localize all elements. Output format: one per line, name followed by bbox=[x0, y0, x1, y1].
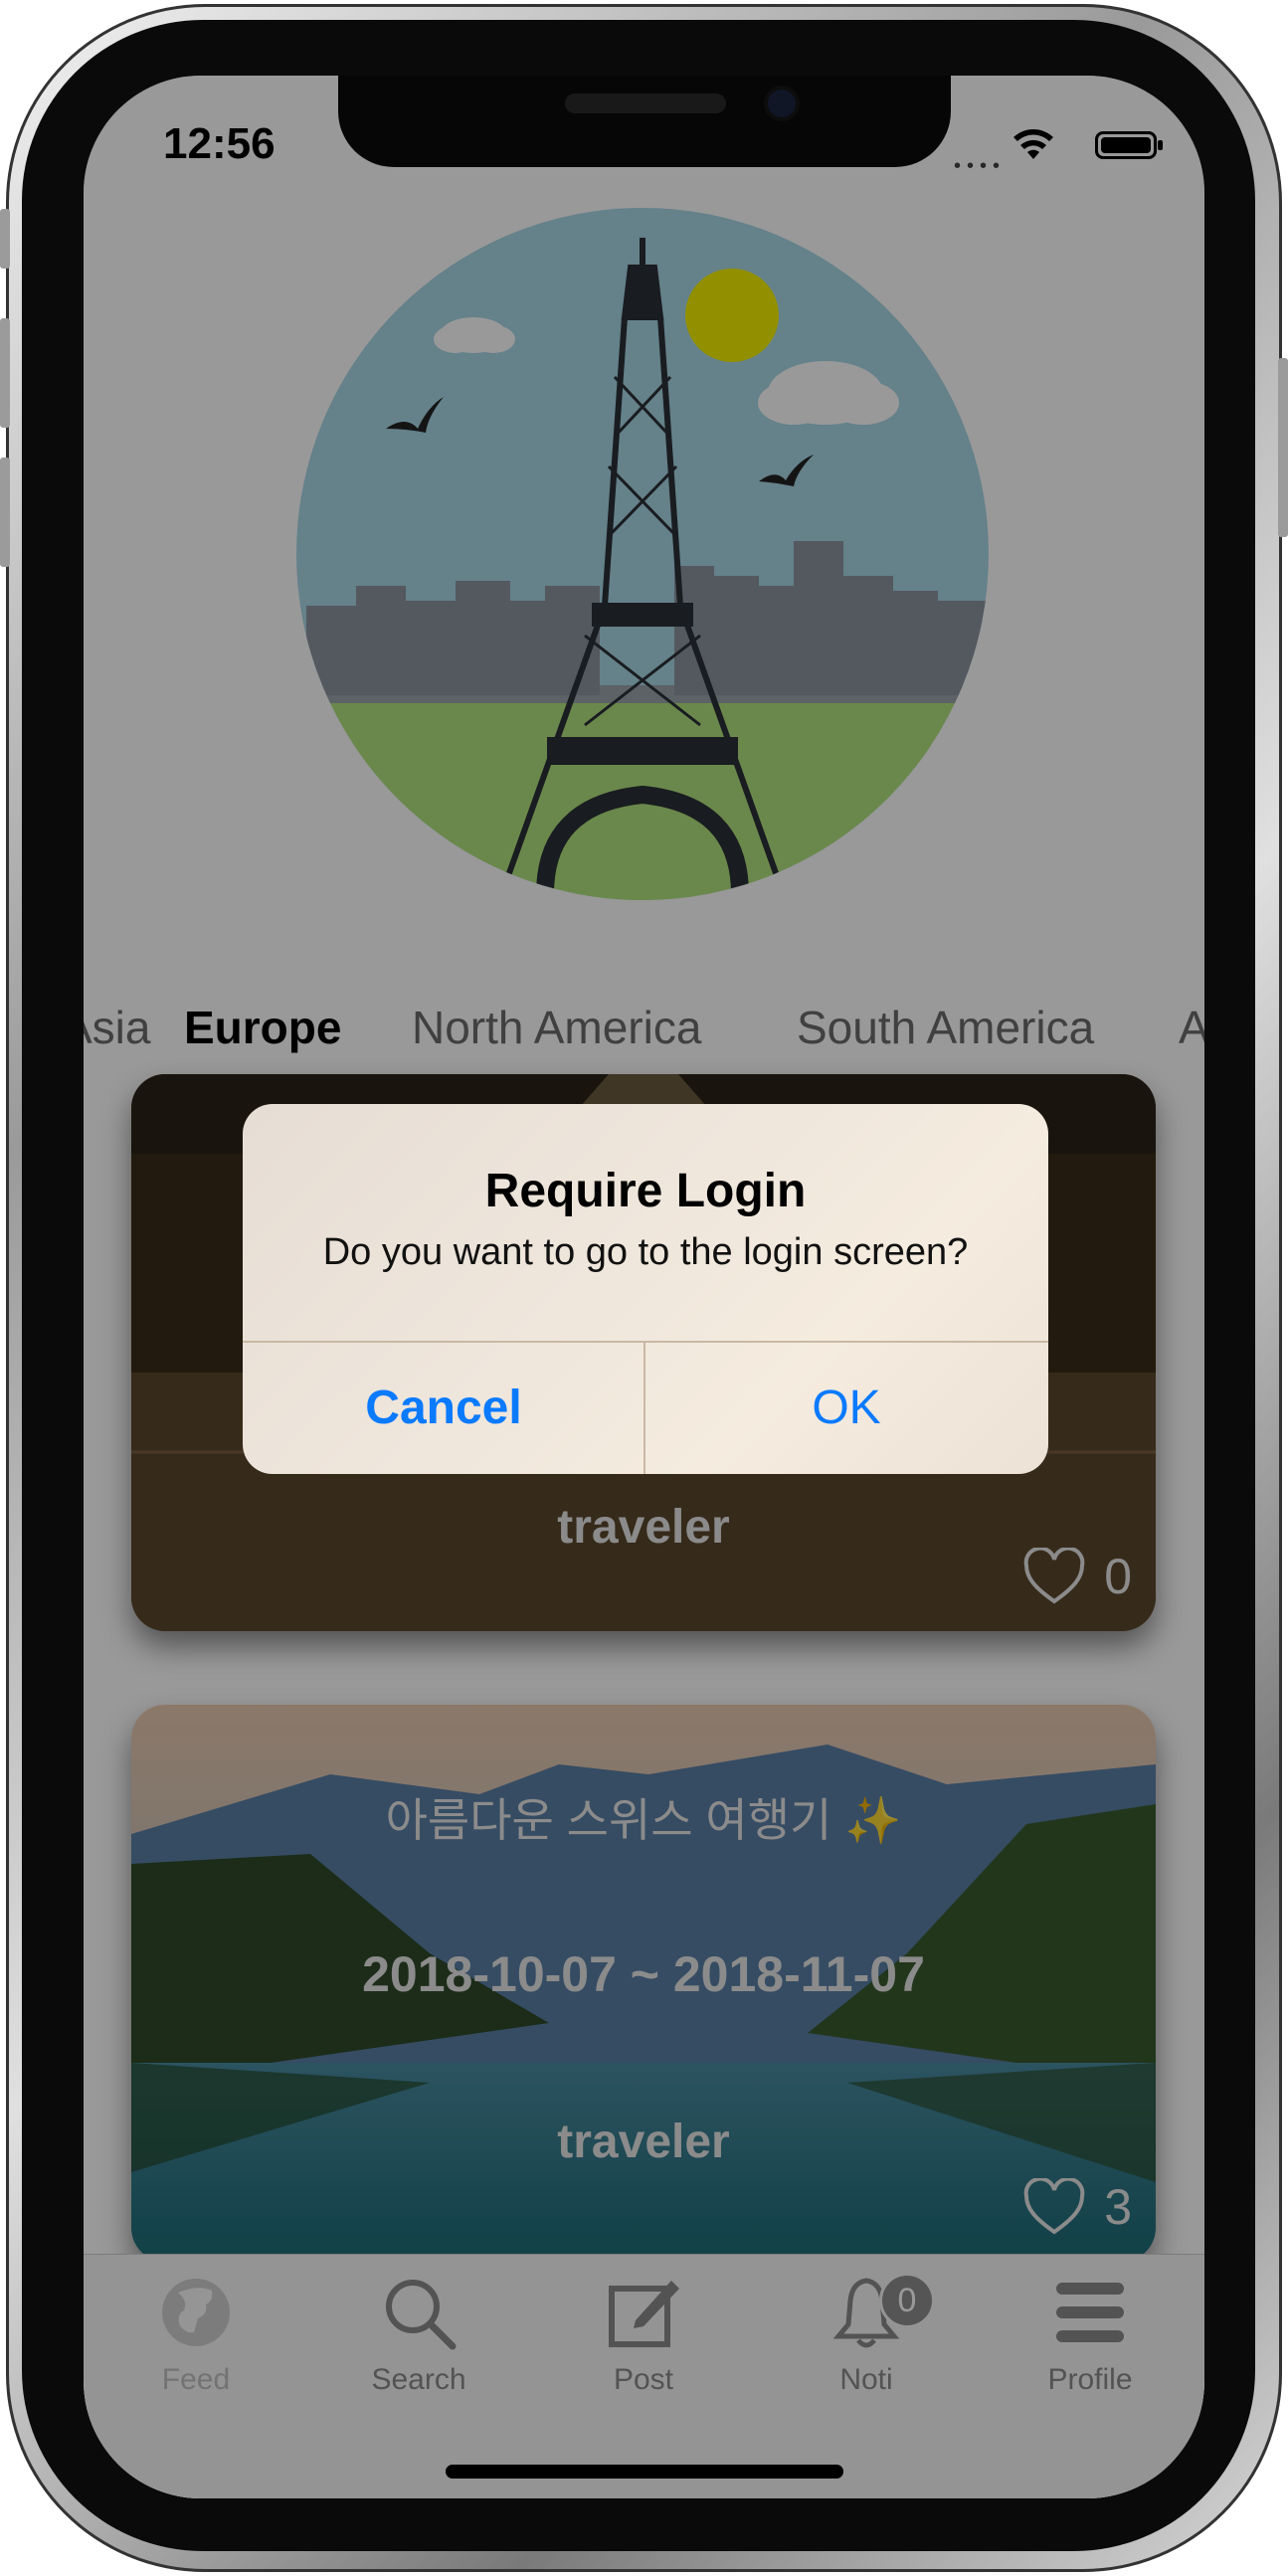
ok-button[interactable]: OK bbox=[645, 1343, 1047, 1474]
silent-switch bbox=[0, 209, 10, 269]
volume-down-button bbox=[0, 458, 10, 567]
login-alert-dialog: Require Login Do you want to go to the l… bbox=[243, 1104, 1048, 1474]
alert-title: Require Login bbox=[484, 1165, 807, 1217]
power-button bbox=[1278, 358, 1288, 537]
volume-up-button bbox=[0, 318, 10, 428]
app-screen: 12:56 •••• sia Europe North America Sout… bbox=[84, 76, 1204, 2498]
alert-message: Do you want to go to the login screen? bbox=[322, 1231, 969, 1273]
cancel-button[interactable]: Cancel bbox=[243, 1343, 644, 1474]
home-indicator[interactable] bbox=[446, 2465, 843, 2479]
